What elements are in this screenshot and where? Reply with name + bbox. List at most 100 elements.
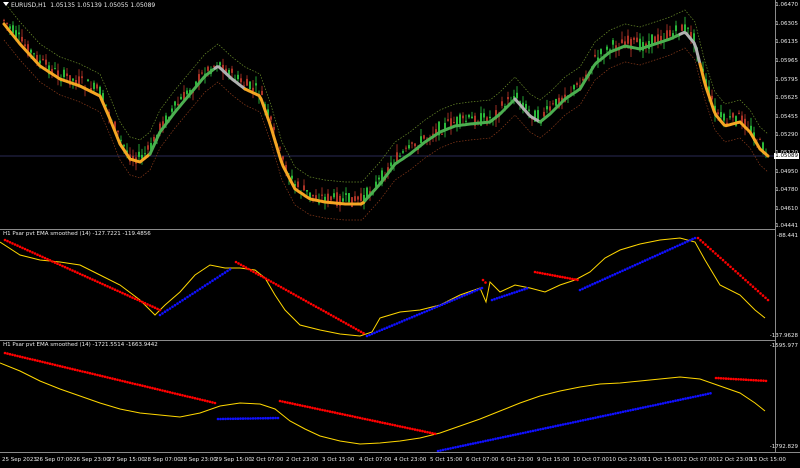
psar-dot-red — [66, 366, 69, 370]
candle-body — [330, 196, 332, 201]
psar-dot-blue — [388, 325, 391, 328]
psar-dot-blue — [683, 241, 687, 244]
psar-dot-red — [208, 400, 212, 404]
psar-dot-blue — [438, 304, 441, 307]
psar-dot-blue — [661, 402, 665, 405]
psar-dot-blue — [206, 282, 209, 286]
psar-dot-red — [701, 241, 705, 244]
price-tick: 1.04780 — [775, 187, 798, 193]
psar-dot-red — [328, 410, 332, 413]
psar-dot-red — [66, 266, 69, 270]
candle-body — [456, 117, 458, 125]
indicator2-header: H1 Psar pvt EMA smoothed (14) -1721.5514… — [3, 342, 158, 348]
psar-dot-red — [709, 247, 712, 251]
price-axis[interactable]: 1.06470 1.06305 1.06135 1.05965 1.05795 … — [770, 0, 800, 452]
psar-dot-red — [401, 425, 404, 429]
candle-body — [345, 193, 347, 195]
psar-dot-red — [173, 392, 177, 395]
psar-dot-red — [156, 388, 159, 391]
psar-dot-red — [319, 308, 323, 311]
psar-dot-red — [556, 274, 559, 278]
time-axis[interactable]: 25 Sep 2023 26 Sep 07:00 26 Sep 23:00 27… — [0, 452, 800, 468]
psar-dot-red — [329, 313, 333, 317]
psar-dot-blue — [459, 444, 462, 448]
psar-dot-red — [262, 276, 265, 279]
indicator2-canvas[interactable] — [0, 341, 776, 452]
psar-dot-red — [21, 246, 24, 250]
psar-dot-red — [349, 324, 353, 328]
psar-dot-red — [53, 363, 57, 367]
psar-dot-red — [316, 407, 319, 411]
psar-dot-blue — [216, 276, 219, 279]
indicator1-canvas[interactable] — [0, 230, 776, 340]
psar-dot-red — [101, 282, 104, 286]
psar-dot-blue — [611, 274, 614, 277]
candle-body — [420, 136, 422, 143]
candle-body — [669, 30, 671, 37]
psar-dot-red — [96, 373, 99, 377]
psar-dot-red — [128, 381, 132, 385]
psar-dot-blue — [196, 289, 199, 292]
main-chart-panel[interactable]: EURUSD,H1 1.05135 1.05139 1.05055 1.0508… — [0, 0, 776, 229]
candle-body — [18, 32, 20, 35]
candle-body — [252, 87, 254, 92]
psar-dot-blue — [691, 395, 695, 399]
psar-dot-blue — [604, 414, 607, 417]
psar-dot-blue — [484, 439, 487, 443]
psar-dot-red — [108, 376, 112, 380]
psar-dot-red — [279, 285, 283, 289]
psar-dot-blue — [503, 294, 506, 298]
candle-body — [246, 78, 248, 86]
psar-dot-blue — [588, 284, 592, 287]
psar-dot-red — [411, 427, 414, 431]
price-chart-canvas[interactable] — [0, 0, 776, 229]
psar-dot-red — [739, 378, 743, 381]
psar-dot-blue — [446, 447, 450, 451]
psar-dot-red — [294, 294, 298, 297]
price-tick: 1.04950 — [775, 169, 798, 175]
psar-dot-blue — [616, 411, 620, 415]
psar-dot-blue — [201, 286, 204, 289]
psar-dot-blue — [224, 417, 227, 421]
candle-body — [333, 193, 335, 198]
indicator1-panel[interactable]: H1 Psar pvt EMA smoothed (14) -127.7221 … — [0, 230, 776, 340]
psar-dot-blue — [504, 435, 507, 438]
psar-dot-blue — [653, 254, 657, 258]
psar-dot-blue — [606, 276, 609, 279]
psar-dot-blue — [183, 297, 187, 300]
candle-body — [282, 156, 284, 160]
candle-body — [759, 139, 761, 141]
psar-dot-red — [314, 305, 318, 308]
psar-dot-red — [284, 288, 288, 292]
psar-dot-blue — [589, 417, 592, 420]
psar-dot-red — [286, 401, 289, 404]
psar-dot-red — [719, 256, 722, 260]
psar-dot-red — [43, 361, 47, 364]
candle-body — [117, 130, 119, 133]
psar-dot-red — [336, 411, 339, 415]
psar-dot-blue — [666, 249, 669, 252]
candle-body — [546, 106, 548, 110]
psar-dot-red — [108, 286, 112, 289]
psar-dot-red — [754, 379, 758, 382]
candle-body — [612, 40, 614, 45]
psar-dot-red — [734, 269, 737, 273]
psar-dot-red — [766, 298, 770, 302]
psar-dot-red — [719, 377, 723, 380]
psar-dot-blue — [473, 289, 476, 293]
psar-dot-blue — [524, 431, 527, 434]
psar-dot-blue — [609, 413, 612, 416]
candle-body — [201, 72, 203, 74]
psar-dot-red — [333, 411, 337, 414]
psar-dot-blue — [704, 393, 707, 396]
psar-dot-red — [277, 284, 280, 287]
indicator2-panel[interactable]: H1 Psar pvt EMA smoothed (14) -1721.5514… — [0, 341, 776, 452]
dropdown-triangle-icon[interactable] — [3, 2, 9, 6]
psar-dot-red — [23, 356, 27, 360]
moving-average-segment — [148, 67, 216, 156]
psar-dot-red — [3, 238, 7, 242]
psar-dot-red — [729, 377, 733, 381]
psar-dot-blue — [418, 312, 421, 316]
psar-dot-red — [308, 406, 312, 409]
psar-dot-red — [714, 252, 717, 255]
